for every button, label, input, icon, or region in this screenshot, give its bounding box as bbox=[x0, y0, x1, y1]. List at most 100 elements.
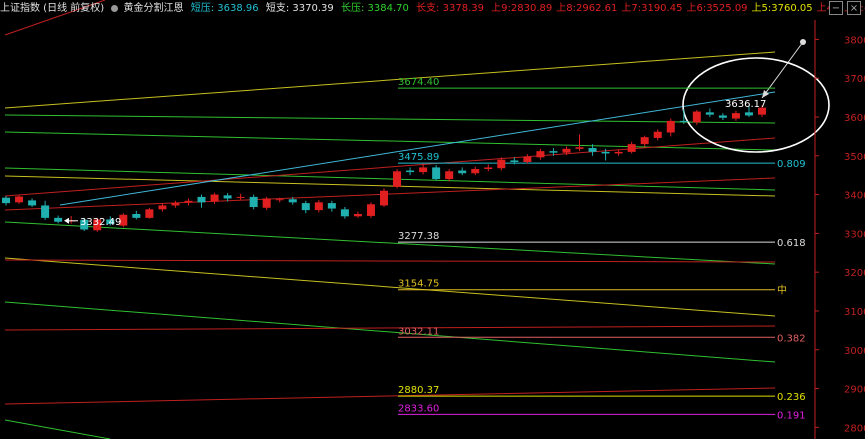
long-pressure-value: 3384.70 bbox=[367, 3, 409, 14]
candle-body bbox=[366, 204, 375, 216]
candle-body bbox=[197, 196, 206, 203]
fib-label: 2833.60 bbox=[398, 403, 439, 414]
fib-ratio: 0.618 bbox=[777, 238, 806, 249]
candle-body bbox=[432, 167, 441, 180]
candle-body bbox=[640, 137, 649, 145]
price-annotation: 3332.49 bbox=[80, 217, 121, 228]
trend-lines bbox=[4, 0, 830, 439]
candle-body bbox=[588, 148, 597, 152]
y-tick-label: 3300 bbox=[844, 229, 865, 240]
short-pressure-value: 3638.96 bbox=[217, 3, 259, 14]
y-tick-label: 3500 bbox=[844, 152, 865, 163]
long-support-label: 长支: bbox=[416, 3, 440, 14]
y-tick-label: 2900 bbox=[844, 385, 865, 396]
candle-body bbox=[41, 205, 50, 218]
fib-ratio: 中 bbox=[777, 284, 787, 297]
candle-body bbox=[132, 213, 141, 218]
candle-body bbox=[627, 144, 636, 152]
candle-body bbox=[679, 120, 688, 122]
close-button[interactable]: × bbox=[847, 1, 861, 15]
trend-line bbox=[4, 114, 776, 124]
level-value: 3760.05 bbox=[771, 3, 813, 14]
level-values: 上9:2830.89 上8:2962.61 上7:3190.45 上6:3525.09… bbox=[491, 3, 865, 14]
arrow-head-icon bbox=[762, 90, 769, 98]
fib-label: 3475.89 bbox=[398, 152, 439, 163]
candle-body bbox=[497, 159, 506, 169]
level-label: 上7: bbox=[621, 3, 642, 14]
candle-body bbox=[718, 115, 727, 118]
trend-line bbox=[4, 259, 776, 263]
trend-line bbox=[4, 301, 776, 363]
candle-body bbox=[145, 209, 154, 218]
fib-label: 2880.37 bbox=[398, 385, 439, 396]
candle-body bbox=[340, 209, 349, 217]
y-tick-label: 3000 bbox=[844, 346, 865, 357]
level-value: 2830.89 bbox=[510, 3, 553, 14]
candle-body bbox=[744, 112, 753, 116]
fib-label: 3032.11 bbox=[398, 326, 439, 337]
fib-ratio: 0.809 bbox=[777, 159, 806, 170]
fib-label: 3154.75 bbox=[398, 279, 439, 290]
fib-label: 3277.38 bbox=[398, 231, 439, 242]
y-tick-label: 3600 bbox=[844, 113, 865, 124]
price-chart[interactable]: 3674.40 3475.89 0.809 3277.38 0.618 3154.75 中 3… bbox=[0, 0, 865, 439]
candle-body bbox=[523, 156, 532, 162]
trend-line bbox=[4, 177, 776, 211]
level-value: 2962.61 bbox=[576, 3, 618, 14]
long-pressure-label: 长压: bbox=[340, 3, 365, 14]
candle-body bbox=[236, 196, 245, 198]
candle-body bbox=[301, 203, 310, 211]
fib-ratio: 0.382 bbox=[777, 333, 806, 344]
chart-title: 上证指数 (日线 前复权) bbox=[0, 3, 105, 14]
candle-body bbox=[510, 160, 519, 162]
candle-body bbox=[262, 198, 271, 208]
candle-body bbox=[223, 195, 232, 199]
candle-body bbox=[171, 203, 180, 206]
annotation-arrowhead-icon bbox=[64, 217, 69, 224]
candles bbox=[2, 105, 766, 232]
candle-body bbox=[314, 202, 323, 211]
trend-line bbox=[59, 91, 776, 206]
trend-line bbox=[4, 51, 776, 109]
candle-body bbox=[614, 151, 623, 154]
level-label: 上8: bbox=[556, 3, 576, 14]
level-value: 3525.09 bbox=[706, 3, 748, 14]
y-tick-label: 3800 bbox=[844, 35, 865, 46]
trend-line bbox=[4, 325, 776, 331]
y-tick-label: 3100 bbox=[844, 307, 865, 318]
candle-body bbox=[549, 151, 558, 153]
candle-body bbox=[445, 171, 454, 180]
level-label: 上5: bbox=[751, 3, 772, 14]
candle-body bbox=[210, 194, 219, 202]
candle-body bbox=[353, 213, 362, 217]
fib-ratio: 0.191 bbox=[777, 410, 806, 421]
candle-body bbox=[28, 200, 37, 206]
fib-ratio: 0.236 bbox=[777, 392, 806, 403]
candle-body bbox=[275, 199, 284, 201]
candle-body bbox=[575, 147, 584, 149]
trend-line bbox=[4, 257, 776, 317]
candle-body bbox=[327, 203, 336, 209]
candle-body bbox=[484, 167, 493, 169]
candle-body bbox=[601, 151, 610, 154]
collapse-button[interactable]: − bbox=[829, 1, 843, 15]
long-support-value: 3378.39 bbox=[442, 3, 484, 14]
candle-body bbox=[2, 197, 10, 204]
fib-levels: 3674.40 3475.89 0.809 3277.38 0.618 3154.75 中 3… bbox=[398, 77, 806, 421]
candle-body bbox=[731, 113, 740, 119]
indicator-name[interactable]: 黄金分割江恩 bbox=[124, 3, 184, 14]
trend-line bbox=[4, 221, 776, 265]
candle-body bbox=[562, 148, 571, 153]
candle-body bbox=[380, 190, 388, 206]
candle-body bbox=[15, 196, 24, 203]
level-label: 上6: bbox=[686, 3, 707, 14]
y-axis: 2800 2900 3000 3100 3200 3300 3400 3500 3600 3700… bbox=[814, 20, 865, 439]
candle-body bbox=[471, 168, 480, 174]
candle-body bbox=[458, 170, 467, 174]
candle-body bbox=[419, 167, 428, 173]
candle-body bbox=[666, 120, 675, 133]
candle-body bbox=[406, 170, 415, 173]
candle-body bbox=[692, 111, 701, 123]
indicator-dot-icon bbox=[111, 4, 119, 12]
trend-line bbox=[4, 137, 776, 197]
